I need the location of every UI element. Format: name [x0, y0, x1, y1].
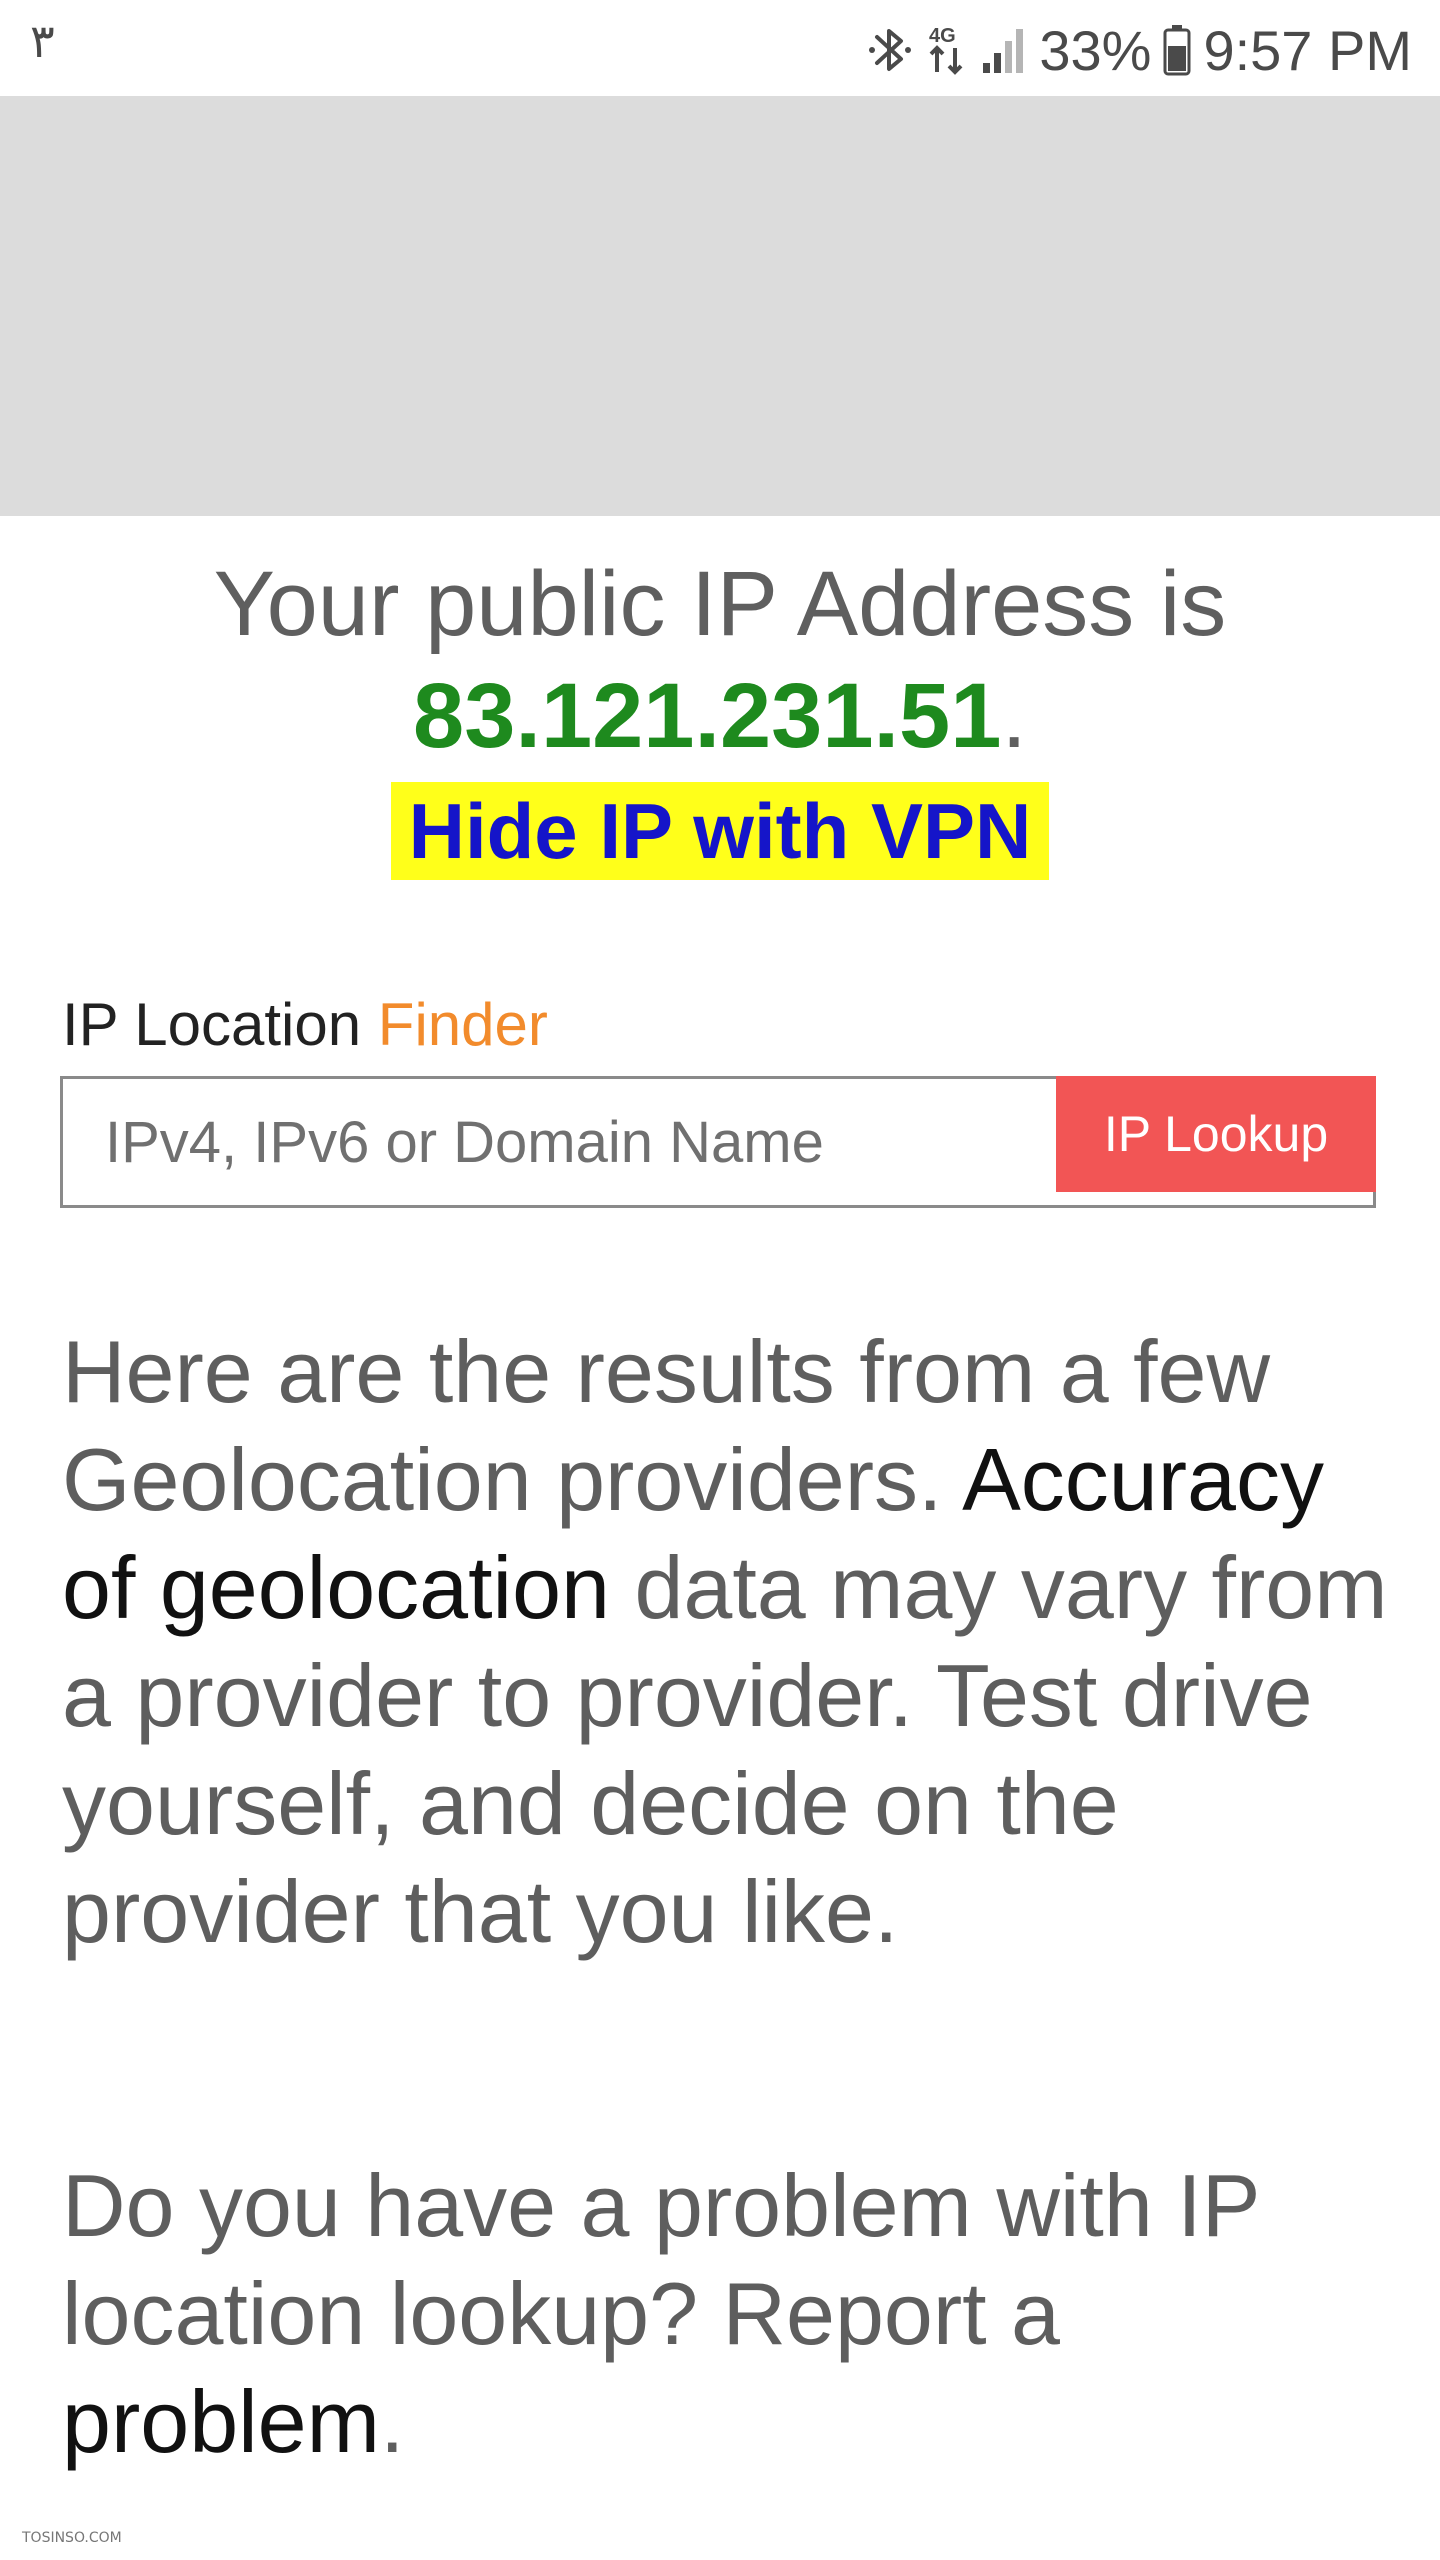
public-ip-value: 83.121.231.51 [413, 665, 1002, 767]
report-suffix: . [379, 2372, 405, 2471]
battery-percent: 33% [1039, 18, 1152, 82]
battery-icon [1163, 24, 1191, 76]
ip-suffix: . [1001, 665, 1027, 767]
ip-search-input[interactable] [105, 1079, 1045, 1205]
ip-line: 83.121.231.51. [0, 660, 1440, 772]
svg-text:4G: 4G [929, 25, 956, 47]
status-left-text: ٣ [30, 14, 55, 68]
vpn-link-wrap: Hide IP with VPN [0, 782, 1440, 880]
finder-title-main: IP Location [62, 991, 362, 1058]
watermark: TOSINSO.COM [22, 2530, 122, 2546]
status-bar: ٣ 4G 33% 9:57 PM [0, 0, 1440, 96]
ip-lookup-form: IP Lookup [60, 1076, 1376, 1208]
page: ٣ 4G 33% 9:57 PM Your public IP Address … [0, 0, 1440, 2560]
data-arrows-icon: 4G [925, 22, 969, 78]
status-right-group: 4G 33% 9:57 PM [867, 10, 1412, 90]
ip-lookup-button[interactable]: IP Lookup [1056, 1076, 1376, 1192]
finder-title-accent: Finder [377, 991, 548, 1058]
report-text: Do you have a problem with IP location l… [62, 2156, 1259, 2363]
report-paragraph: Do you have a problem with IP location l… [62, 2152, 1392, 2476]
finder-title: IP Location Finder [62, 990, 548, 1059]
results-paragraph: Here are the results from a few Geolocat… [62, 1318, 1392, 1966]
ad-placeholder[interactable] [0, 96, 1440, 516]
report-problem-link[interactable]: problem [62, 2372, 380, 2471]
ip-headline-prefix: Your public IP Address is [213, 553, 1227, 655]
signal-icon [981, 25, 1027, 75]
ip-headline: Your public IP Address is 83.121.231.51. [0, 548, 1440, 772]
clock: 9:57 PM [1203, 18, 1412, 82]
bluetooth-icon [867, 23, 913, 77]
hide-ip-vpn-link[interactable]: Hide IP with VPN [390, 782, 1050, 880]
